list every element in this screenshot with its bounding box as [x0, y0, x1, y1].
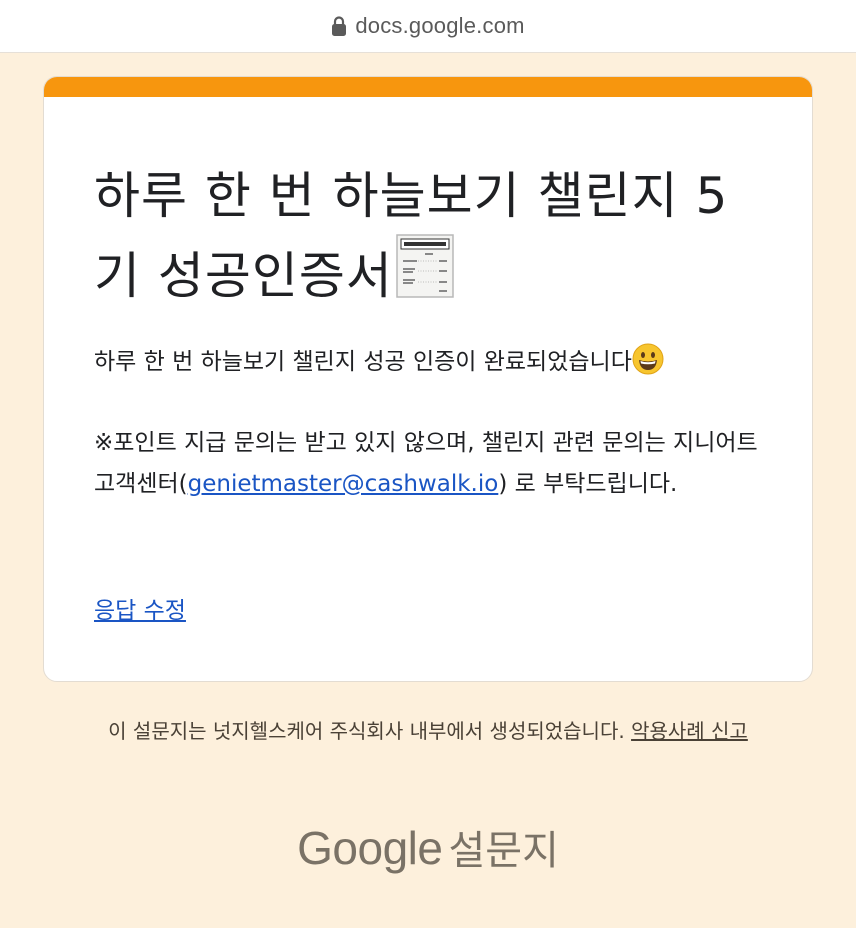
footer-created-by: 이 설문지는 넛지헬스케어 주식회사 내부에서 생성되었습니다. — [108, 719, 625, 743]
lock-icon — [332, 16, 347, 36]
card-accent-bar — [44, 77, 812, 97]
footer-disclaimer: 이 설문지는 넛지헬스케어 주식회사 내부에서 생성되었습니다. 악용사례 신고 — [60, 714, 796, 748]
form-title: 하루 한 번 하늘보기 챌린지 5기 성공인증서 — [94, 159, 754, 313]
forms-wordmark: 설문지 — [448, 828, 559, 874]
edit-response-link[interactable]: 응답 수정 — [94, 593, 186, 629]
notice-text-after: ) 로 부탁드립니다. — [498, 471, 678, 497]
report-abuse-link[interactable]: 악용사례 신고 — [631, 719, 748, 743]
url-text: docs.google.com — [355, 13, 525, 38]
grinning-face-icon — [632, 343, 664, 375]
inquiry-notice: ※포인트 지급 문의는 받고 있지 않으며, 챌린지 관련 문의는 지니어트 고… — [94, 423, 774, 505]
confirmation-card: 하루 한 번 하늘보기 챌린지 5기 성공인증서 하루 한 번 하늘보기 챌린지… — [43, 76, 813, 682]
confirmation-message-text: 하루 한 번 하늘보기 챌린지 성공 인증이 완료되었습니다 — [94, 349, 632, 375]
google-wordmark: Google — [297, 822, 443, 874]
support-email-link[interactable]: genietmaster@cashwalk.io — [188, 471, 499, 497]
google-forms-logo[interactable]: Google 설문지 — [0, 818, 856, 876]
receipt-icon — [396, 234, 454, 298]
browser-address-bar[interactable]: docs.google.com — [0, 0, 856, 53]
confirmation-message: 하루 한 번 하늘보기 챌린지 성공 인증이 완료되었습니다 — [94, 343, 774, 381]
url-display[interactable]: docs.google.com — [331, 13, 524, 39]
